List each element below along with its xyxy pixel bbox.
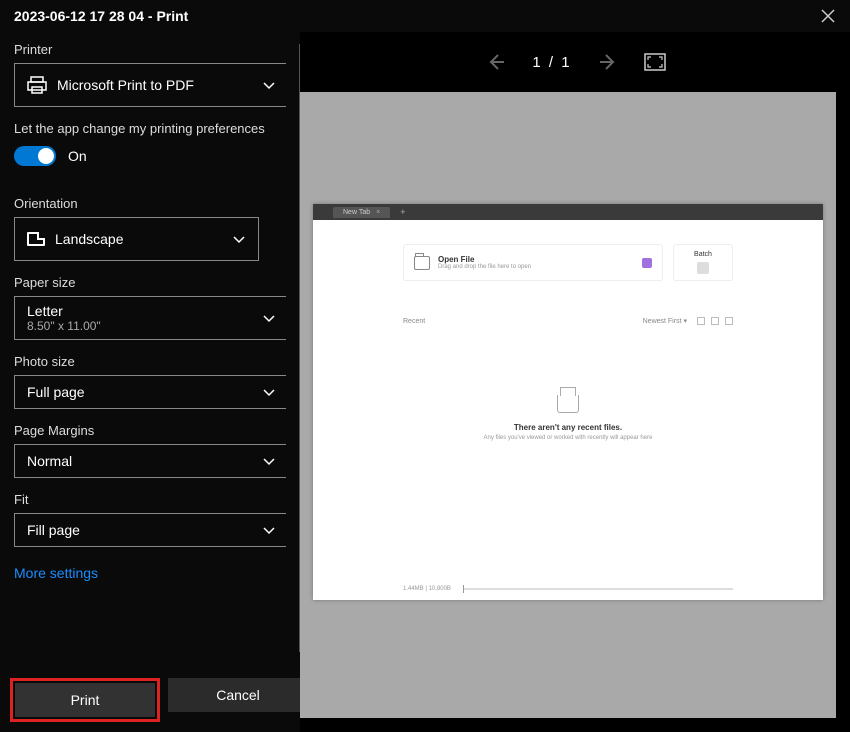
page-margins-value: Normal [27, 453, 72, 469]
inbox-icon [557, 395, 579, 413]
open-file-subtitle: Drag and drop the file here to open [438, 264, 531, 270]
preview-tab: New Tab × [333, 207, 390, 218]
photo-size-select[interactable]: Full page [14, 375, 286, 409]
chevron-down-icon [262, 311, 276, 325]
app-change-label: Let the app change my printing preferenc… [14, 121, 286, 136]
tab-add-icon: + [396, 207, 409, 217]
prev-page-icon[interactable] [484, 50, 508, 74]
zoom-slider [463, 588, 733, 590]
folder-icon [414, 256, 430, 270]
paper-size-select[interactable]: Letter 8.50" x 11.00" [14, 296, 286, 340]
printer-value: Microsoft Print to PDF [57, 77, 194, 93]
tab-close-icon: × [376, 209, 380, 216]
cancel-button[interactable]: Cancel [168, 678, 308, 712]
paper-size-label: Paper size [14, 275, 286, 290]
preview-canvas: New Tab × + Open File [300, 92, 836, 718]
view-mode-icons [697, 317, 733, 325]
printer-select[interactable]: Microsoft Print to PDF [14, 63, 286, 107]
orientation-value: Landscape [55, 231, 124, 247]
printer-label: Printer [14, 42, 286, 57]
orientation-select[interactable]: Landscape [14, 217, 259, 261]
open-file-badge [642, 258, 652, 268]
preview-tabbar: New Tab × + [313, 204, 823, 220]
print-button-highlight: Print [10, 678, 160, 722]
close-icon[interactable] [820, 8, 836, 24]
app-change-state: On [68, 148, 87, 164]
batch-label: Batch [680, 251, 726, 258]
empty-subtitle: Any files you've viewed or worked with r… [403, 435, 733, 441]
fullscreen-icon[interactable] [644, 53, 666, 71]
page-margins-label: Page Margins [14, 423, 286, 438]
paper-size-dimensions: 8.50" x 11.00" [27, 319, 101, 333]
fit-value: Fill page [27, 522, 80, 538]
open-file-title: Open File [438, 255, 531, 264]
chevron-down-icon [262, 523, 276, 537]
paper-size-value: Letter [27, 303, 101, 319]
window-title: 2023-06-12 17 28 04 - Print [14, 8, 188, 24]
photo-size-label: Photo size [14, 354, 286, 369]
app-change-toggle[interactable] [14, 146, 56, 166]
page-margins-select[interactable]: Normal [14, 444, 286, 478]
batch-card: Batch [673, 244, 733, 281]
page-indicator: 1 / 1 [532, 54, 571, 71]
recent-label: Recent [403, 318, 425, 325]
preview-page: New Tab × + Open File [313, 204, 823, 600]
chevron-down-icon [262, 78, 276, 92]
batch-icon [697, 262, 709, 274]
more-settings-link[interactable]: More settings [14, 565, 98, 581]
empty-title: There aren't any recent files. [403, 423, 733, 432]
recent-sort: Newest First ▾ [643, 317, 687, 325]
chevron-down-icon [262, 454, 276, 468]
footer-meta: 1.44MB | 10,800B [403, 586, 451, 592]
fit-label: Fit [14, 492, 286, 507]
photo-size-value: Full page [27, 384, 85, 400]
printer-icon [27, 76, 47, 94]
chevron-down-icon [232, 232, 246, 246]
orientation-label: Orientation [14, 196, 286, 211]
open-file-card: Open File Drag and drop the file here to… [403, 244, 663, 281]
landscape-icon [27, 232, 45, 246]
print-button[interactable]: Print [15, 683, 155, 717]
next-page-icon[interactable] [596, 50, 620, 74]
fit-select[interactable]: Fill page [14, 513, 286, 547]
preview-tab-label: New Tab [343, 209, 370, 216]
chevron-down-icon [262, 385, 276, 399]
